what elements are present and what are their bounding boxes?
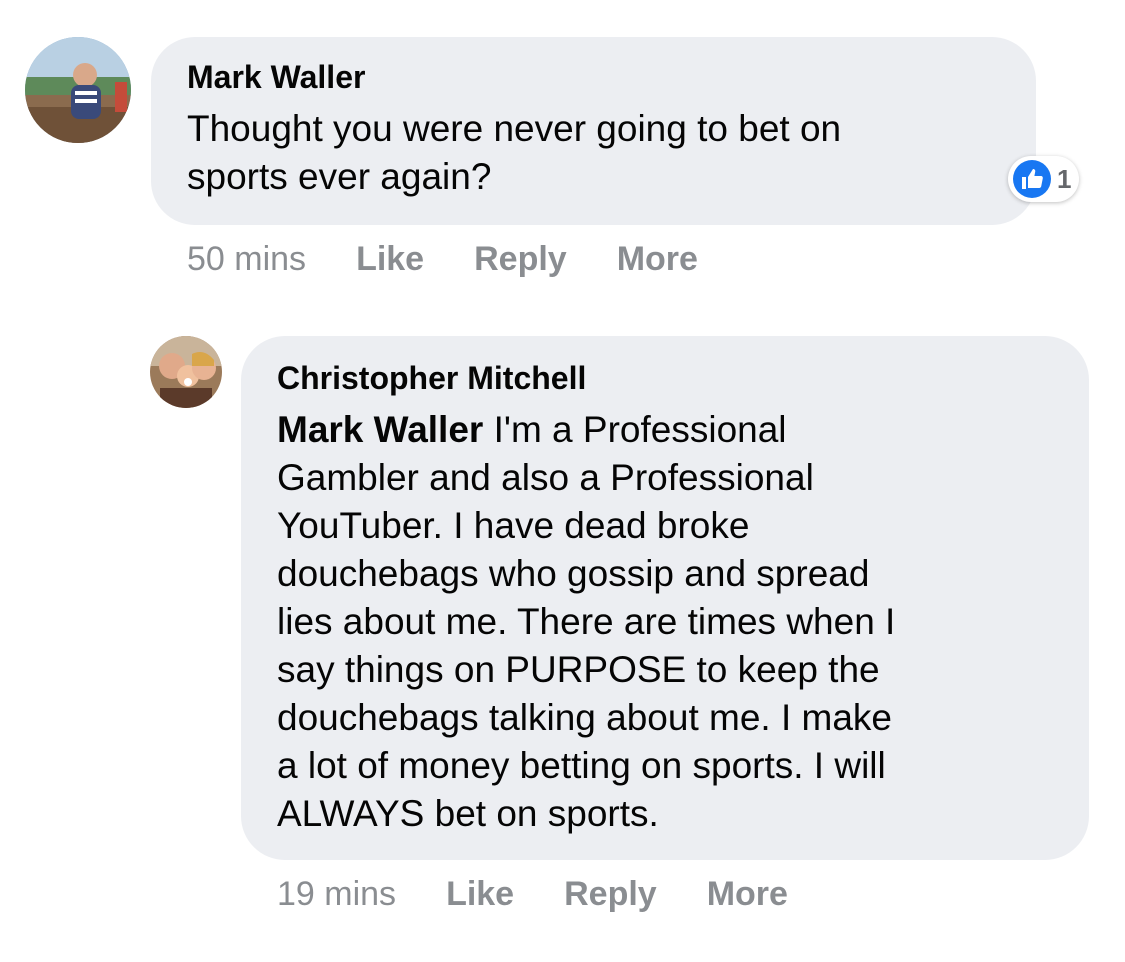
comment-bubble: Christopher Mitchell Mark Waller I'm a P… [241, 336, 1089, 860]
comment-timestamp[interactable]: 19 mins [277, 875, 396, 914]
more-button[interactable]: More [707, 875, 788, 914]
reply-button[interactable]: Reply [474, 240, 567, 279]
comment-body: I'm a Professional Gambler and also a Pr… [277, 409, 896, 834]
like-button[interactable]: Like [446, 875, 514, 914]
avatar-mark-waller[interactable] [25, 37, 131, 143]
comment-text: Thought you were never going to bet on s… [187, 108, 842, 197]
comment-actions: 50 mins Like Reply More [187, 238, 698, 280]
comment-author[interactable]: Christopher Mitchell [277, 358, 1053, 398]
comment-author[interactable]: Mark Waller [187, 57, 1000, 97]
reaction-summary[interactable]: 1 [1008, 156, 1080, 202]
like-button[interactable]: Like [356, 240, 424, 279]
comment-text: Mark Waller I'm a Professional Gambler a… [277, 406, 1053, 838]
reply-button[interactable]: Reply [564, 875, 657, 914]
avatar-christopher-mitchell[interactable] [150, 336, 222, 408]
comment-bubble: Mark Waller Thought you were never going… [151, 37, 1036, 225]
reaction-count: 1 [1057, 163, 1072, 194]
mention-link[interactable]: Mark Waller [277, 409, 483, 450]
comment-timestamp[interactable]: 50 mins [187, 240, 306, 279]
comment-actions: 19 mins Like Reply More [277, 873, 788, 915]
like-icon [1013, 160, 1051, 198]
more-button[interactable]: More [617, 240, 698, 279]
